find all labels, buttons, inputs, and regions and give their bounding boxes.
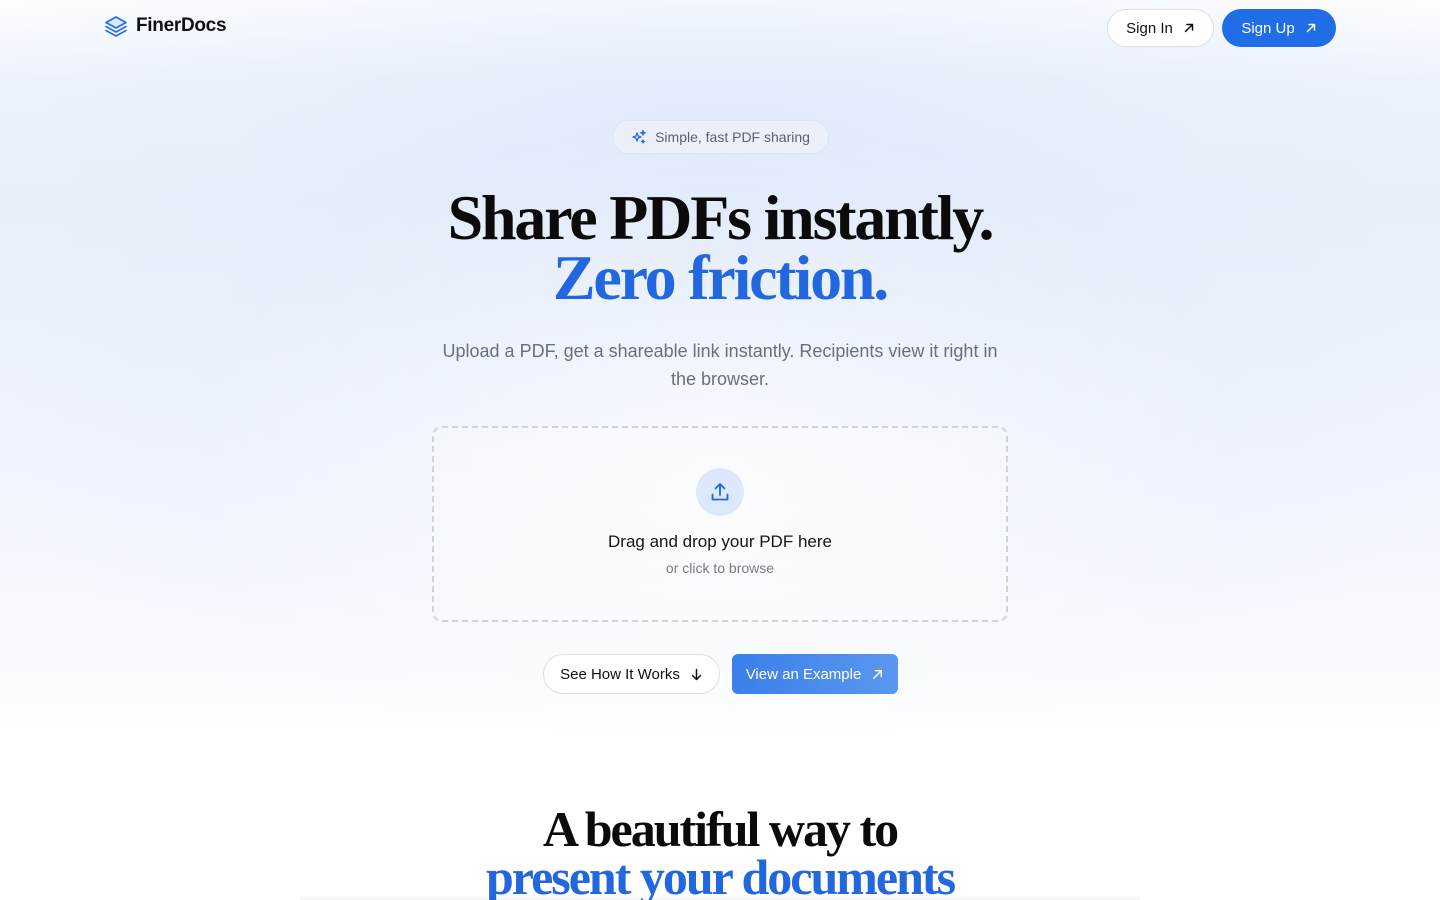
arrow-down-icon [691, 668, 702, 680]
hero-title: Share PDFs instantly. [447, 182, 995, 253]
see-how-it-works-button[interactable]: See How It Works [543, 654, 720, 694]
sign-up-button[interactable]: Sign Up [1222, 9, 1336, 47]
sign-up-label: Sign Up [1241, 19, 1295, 37]
pdf-dropzone[interactable]: Drag and drop your PDF here or click to … [432, 426, 1008, 622]
view-example-button[interactable]: View an Example [732, 654, 898, 694]
brand-logo[interactable]: FinerDocs [104, 14, 227, 38]
see-how-it-works-label: See How It Works [560, 665, 680, 683]
brand-name: FinerDocs [136, 15, 227, 36]
arrow-up-right-icon [1184, 23, 1194, 33]
section-title-accent: present your documents [485, 849, 956, 900]
dropzone-subtitle: or click to browse [665, 560, 775, 576]
feature-badge-text: Simple, fast PDF sharing [655, 129, 810, 145]
dropzone-title: Drag and drop your PDF here [608, 532, 832, 551]
stack-layers-icon [105, 16, 127, 37]
sign-in-label: Sign In [1126, 19, 1173, 37]
section-title: A beautiful way to [542, 801, 899, 857]
upload-icon-badge [696, 468, 744, 516]
arrow-up-right-icon [1306, 23, 1315, 33]
arrow-up-right-icon [873, 669, 883, 679]
feature-badge: Simple, fast PDF sharing [612, 120, 829, 154]
preview-card-edge [300, 895, 1140, 900]
view-example-label: View an Example [745, 665, 862, 683]
hero-title-accent: Zero friction. [552, 242, 889, 313]
upload-icon [711, 483, 729, 501]
sparkles-icon [632, 129, 647, 144]
hero-subtitle: Upload a PDF, get a shareable link insta… [442, 341, 998, 389]
sign-in-button[interactable]: Sign In [1107, 9, 1214, 47]
top-navigation: FinerDocs Sign In Sign Up [0, 0, 1440, 56]
